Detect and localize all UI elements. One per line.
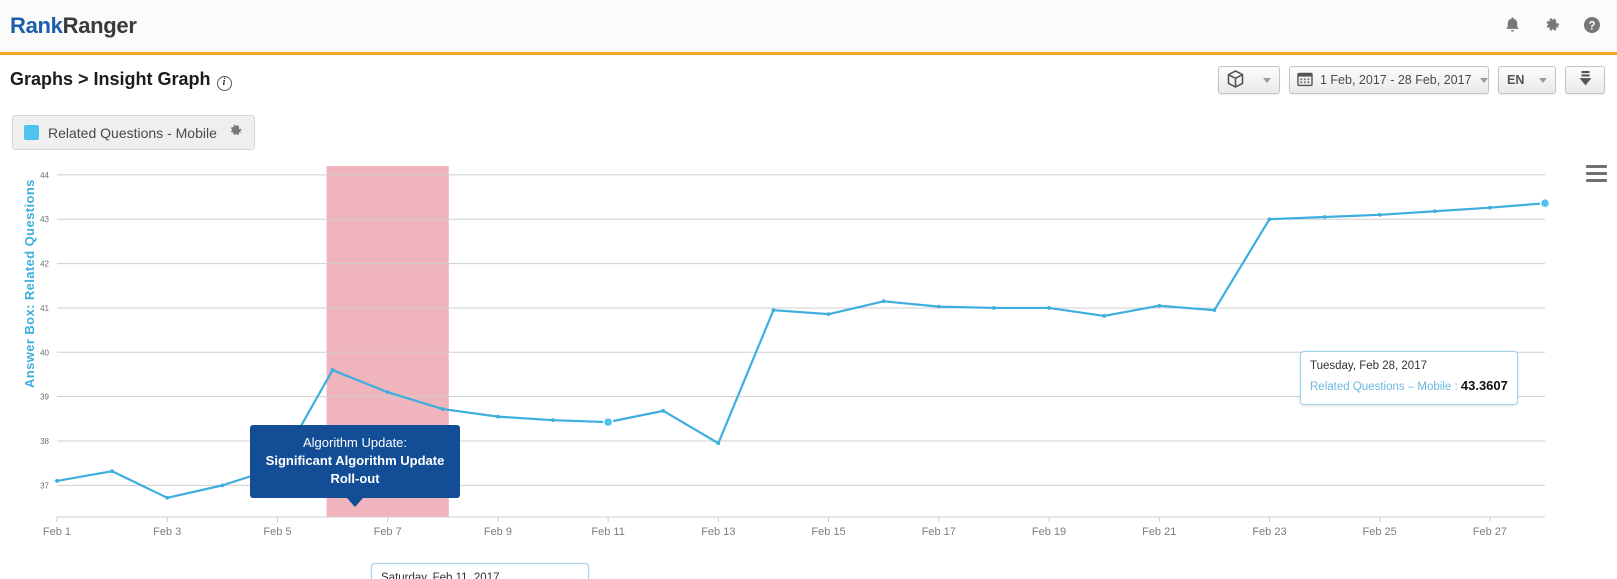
svg-text:44: 44: [40, 171, 49, 180]
legend-gear-icon[interactable]: [228, 123, 243, 143]
help-icon[interactable]: ?: [1583, 16, 1601, 34]
data-point: [386, 390, 390, 394]
svg-text:38: 38: [40, 437, 49, 446]
algorithm-update-callout[interactable]: Algorithm Update: Significant Algorithm …: [250, 425, 460, 498]
download-button[interactable]: [1565, 66, 1605, 94]
date-range-value: 1 Feb, 2017 - 28 Feb, 2017: [1320, 73, 1472, 87]
data-point: [716, 441, 720, 445]
svg-text:Feb 1: Feb 1: [43, 526, 71, 538]
callout-line-2: Roll-out: [256, 470, 454, 488]
chevron-down-icon: [1539, 78, 1547, 83]
callout-line-1: Significant Algorithm Update: [256, 452, 454, 470]
data-point: [496, 415, 500, 419]
svg-text:41: 41: [40, 304, 49, 313]
svg-text:Feb 9: Feb 9: [484, 526, 512, 538]
tooltip-value: 43.3607: [1461, 378, 1508, 393]
data-point: [937, 305, 941, 309]
svg-text:39: 39: [40, 393, 49, 402]
data-point: [772, 308, 776, 312]
data-point: [1268, 217, 1272, 221]
data-point: [55, 479, 59, 483]
chart-area: Answer Box: Related Questions 37 38 39 40 41…: [0, 160, 1617, 560]
breadcrumb: Graphs > Insight Graph: [10, 69, 211, 89]
bell-icon[interactable]: [1504, 16, 1521, 34]
data-tooltip-feb-11: Saturday, Feb 11, 2017 Related Questions…: [371, 563, 589, 579]
chevron-down-icon: [1480, 78, 1488, 83]
highlighted-data-point: [1541, 199, 1550, 208]
tooltip-series-label: Related Questions – Mobile :: [1310, 381, 1458, 393]
callout-title: Algorithm Update:: [256, 434, 454, 452]
data-point: [882, 299, 886, 303]
data-point: [1212, 308, 1216, 312]
highlighted-data-point: [604, 418, 613, 427]
page-title: Graphs > Insight Graph i: [10, 69, 232, 91]
logo-ranger-text: Ranger: [63, 13, 137, 38]
data-point: [441, 407, 445, 411]
download-icon: [1578, 70, 1593, 90]
gear-icon[interactable]: [1543, 16, 1561, 34]
svg-text:Feb 23: Feb 23: [1252, 526, 1286, 538]
svg-text:Feb 27: Feb 27: [1473, 526, 1507, 538]
toolbar: 1 Feb, 2017 - 28 Feb, 2017 EN: [1218, 66, 1605, 94]
legend-item-related-questions-mobile[interactable]: Related Questions - Mobile: [12, 115, 255, 150]
svg-text:Feb 3: Feb 3: [153, 526, 181, 538]
data-point: [992, 306, 996, 310]
data-point: [110, 469, 114, 473]
svg-text:Feb 13: Feb 13: [701, 526, 735, 538]
svg-text:Feb 7: Feb 7: [374, 526, 402, 538]
svg-text:42: 42: [40, 260, 49, 269]
data-point: [1433, 209, 1437, 213]
svg-text:37: 37: [40, 481, 49, 490]
svg-text:?: ?: [1588, 20, 1595, 32]
data-point: [220, 483, 224, 487]
date-range-picker[interactable]: 1 Feb, 2017 - 28 Feb, 2017: [1289, 66, 1489, 94]
language-selector[interactable]: EN: [1498, 66, 1556, 94]
data-point: [1323, 215, 1327, 219]
svg-text:Feb 21: Feb 21: [1142, 526, 1176, 538]
data-point: [551, 418, 555, 422]
tooltip-date: Saturday, Feb 11, 2017: [381, 570, 579, 579]
svg-text:Feb 19: Feb 19: [1032, 526, 1066, 538]
calendar-icon: [1297, 71, 1313, 90]
data-point: [1102, 314, 1106, 318]
data-point: [1488, 206, 1492, 210]
data-tooltip-feb-28: Tuesday, Feb 28, 2017 Related Questions …: [1300, 351, 1518, 405]
data-point: [1157, 304, 1161, 308]
svg-text:43: 43: [40, 215, 49, 224]
data-point: [331, 368, 335, 372]
svg-text:40: 40: [40, 348, 49, 357]
chevron-down-icon: [1263, 78, 1271, 83]
data-point: [1378, 213, 1382, 217]
legend-row: Related Questions - Mobile: [0, 105, 1617, 160]
svg-text:Feb 25: Feb 25: [1363, 526, 1397, 538]
top-bar: RankRanger ?: [0, 0, 1617, 55]
logo-rank-text: Rank: [10, 13, 63, 38]
svg-text:Feb 11: Feb 11: [591, 526, 624, 538]
data-point: [165, 496, 169, 500]
info-icon[interactable]: i: [217, 76, 232, 91]
data-point: [1047, 306, 1051, 310]
product-selector-button[interactable]: [1218, 66, 1280, 94]
svg-text:Feb 5: Feb 5: [263, 526, 291, 538]
chart-menu-icon[interactable]: [1586, 165, 1607, 186]
svg-text:Feb 15: Feb 15: [811, 526, 845, 538]
app-logo[interactable]: RankRanger: [10, 13, 137, 39]
tooltip-date: Tuesday, Feb 28, 2017: [1310, 358, 1508, 376]
top-bar-icons: ?: [1504, 0, 1601, 49]
legend-color-swatch: [24, 125, 39, 140]
title-row: Graphs > Insight Graph i 1 Feb, 2017 - 28…: [0, 55, 1617, 105]
cube-icon: [1227, 70, 1244, 91]
data-point: [661, 409, 665, 413]
data-point: [827, 312, 831, 316]
language-value: EN: [1507, 73, 1524, 87]
y-axis-title: Answer Box: Related Questions: [22, 179, 37, 388]
legend-label: Related Questions - Mobile: [48, 125, 217, 141]
svg-text:Feb 17: Feb 17: [922, 526, 956, 538]
